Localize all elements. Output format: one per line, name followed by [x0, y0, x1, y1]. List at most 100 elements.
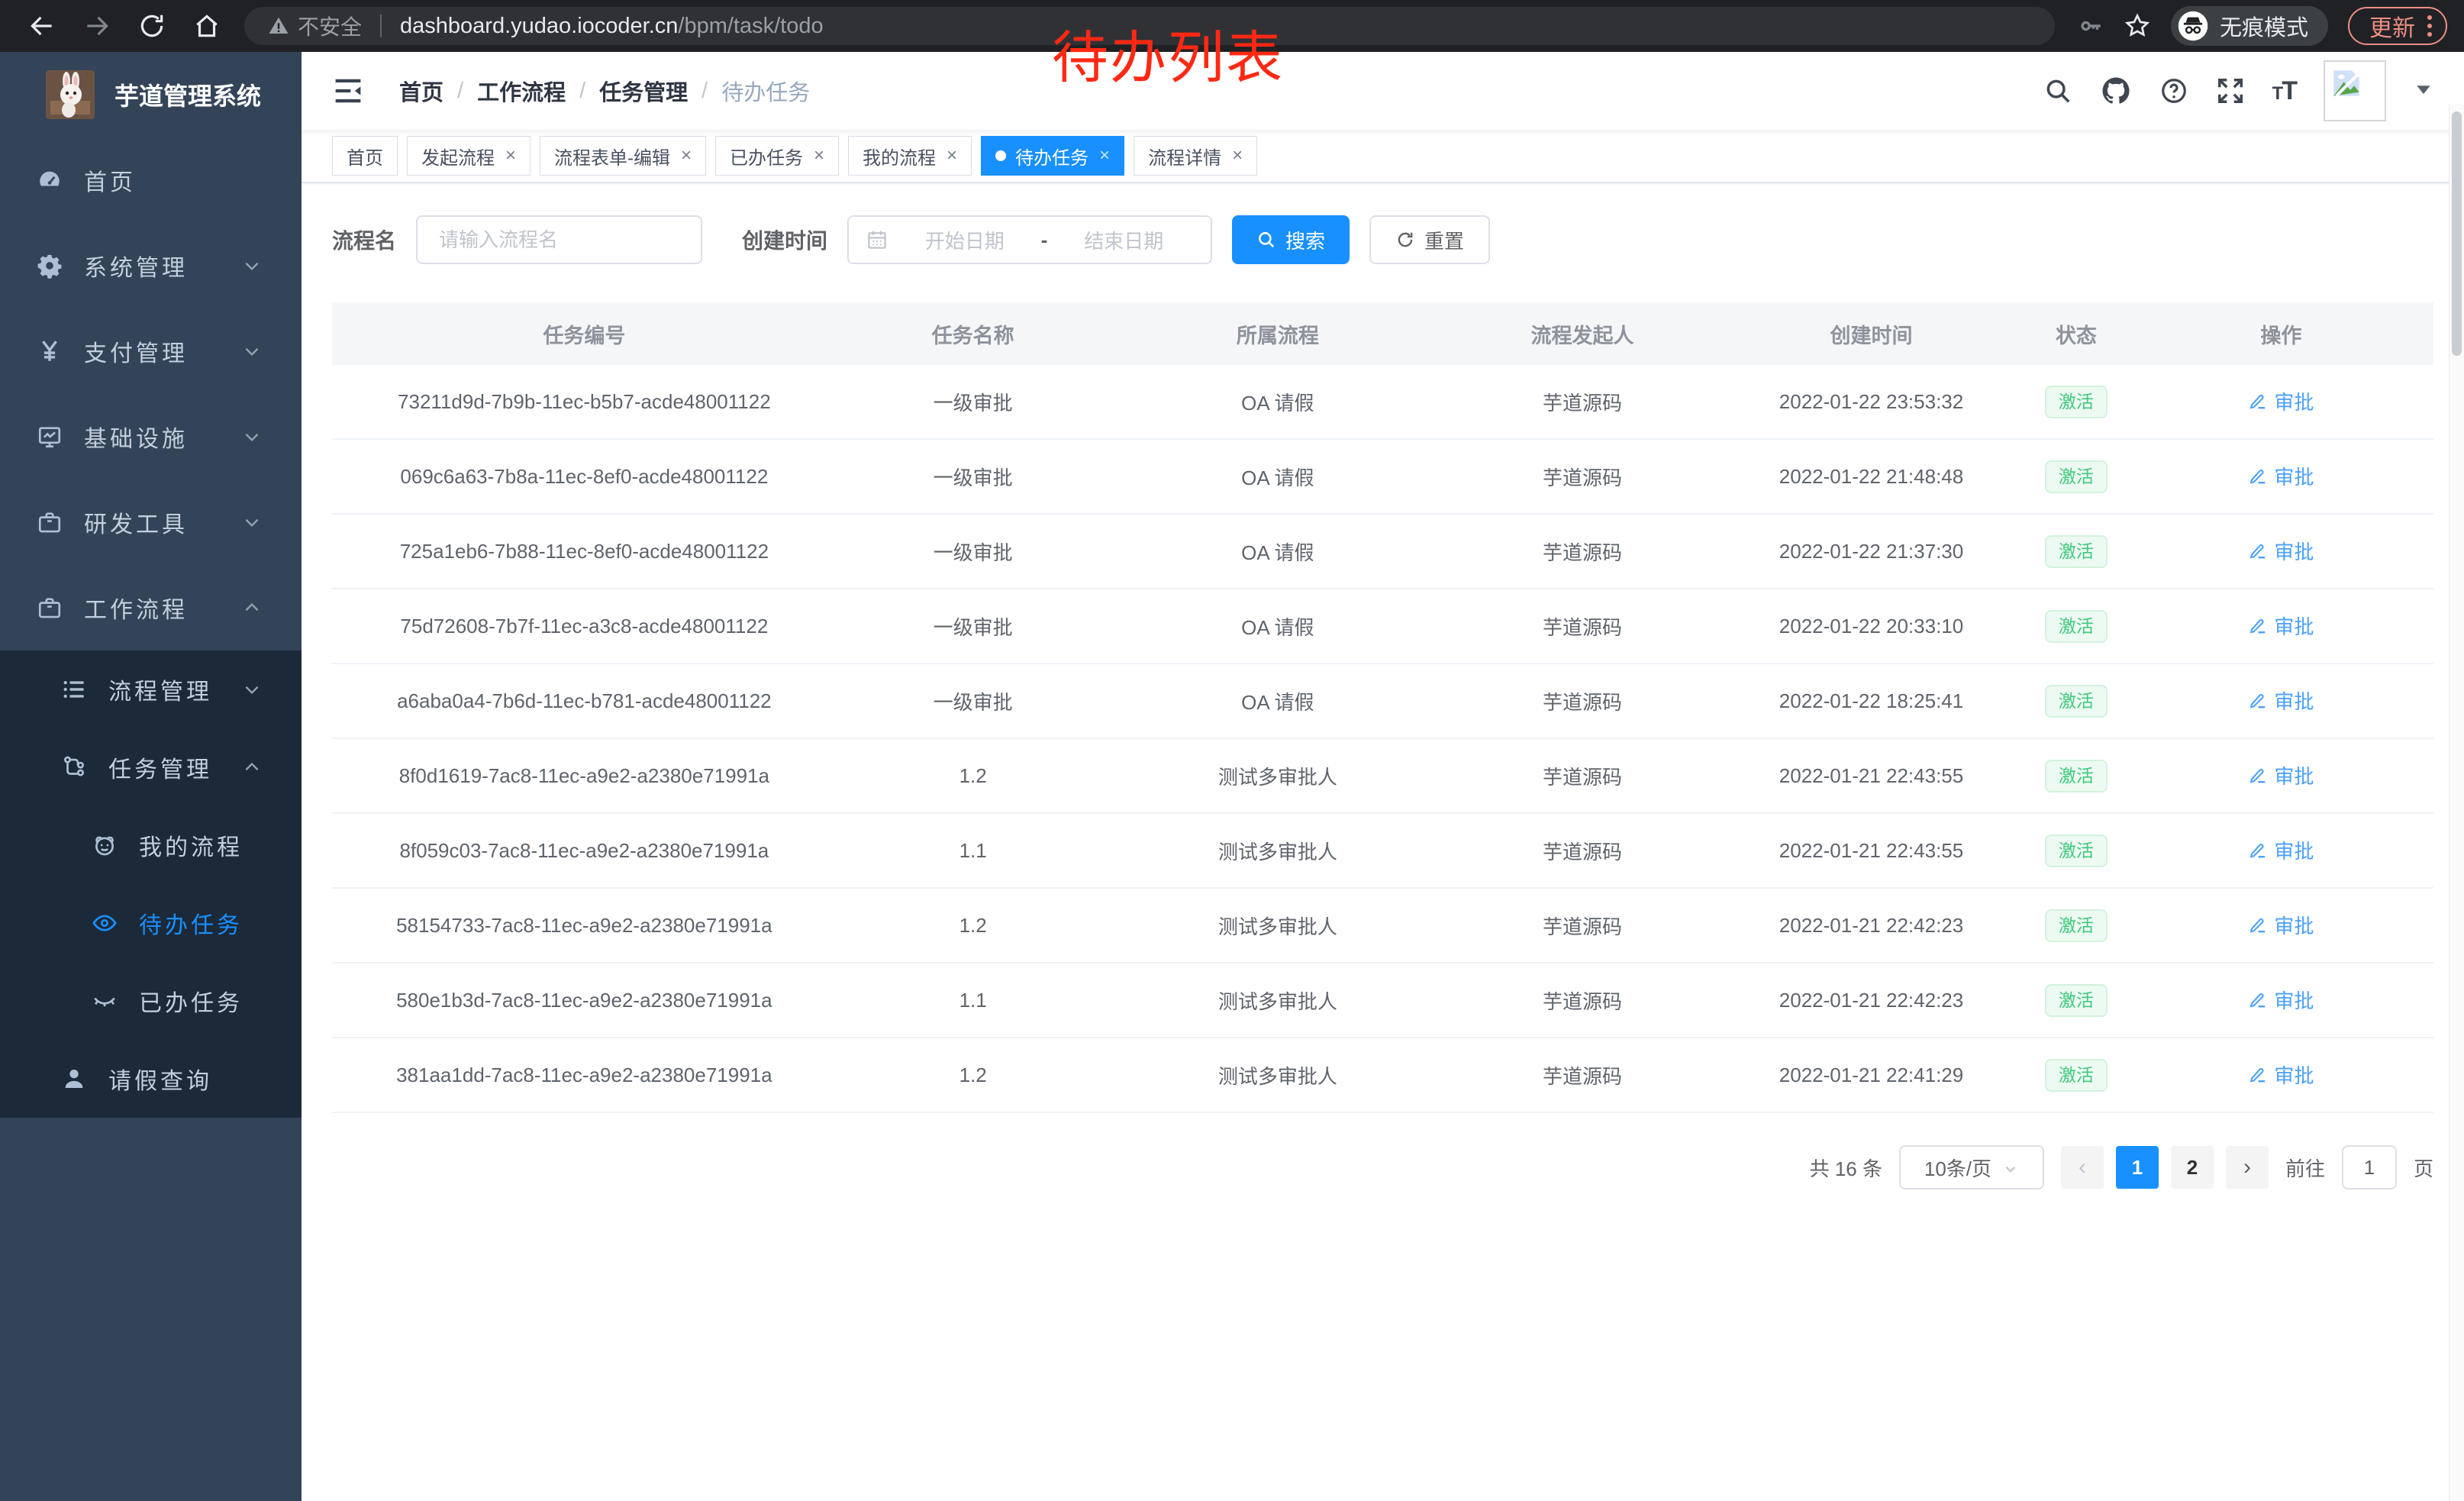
page-size-select[interactable]: 10条/页 [1899, 1145, 2044, 1190]
address-bar[interactable]: 不安全 dashboard.yudao.iocoder.cn/bpm/task/… [244, 7, 2055, 45]
status-cell: 激活 [2024, 610, 2129, 643]
tab-close-icon[interactable]: × [1230, 145, 1243, 166]
column-header: 状态 [2024, 319, 2129, 349]
tags-view-bar: 首页发起流程×流程表单-编辑×已办任务×我的流程×待办任务×流程详情× [302, 130, 2464, 183]
window-scrollbar[interactable] [2449, 104, 2464, 1501]
breadcrumb-item[interactable]: 工作流程 [477, 75, 566, 107]
tab-close-icon[interactable]: × [1098, 145, 1110, 166]
approve-link[interactable]: 审批 [2248, 1060, 2314, 1089]
approve-link[interactable]: 审批 [2248, 911, 2314, 939]
sidebar-item-process-mgmt[interactable]: 流程管理 [0, 650, 302, 728]
status-cell: 激活 [2024, 386, 2129, 418]
browser-menu-icon[interactable] [2427, 15, 2432, 37]
process-cell: 测试多审批人 [1110, 1061, 1446, 1089]
status-cell: 激活 [2024, 984, 2129, 1017]
process-name-input[interactable] [416, 215, 702, 264]
key-icon[interactable] [2078, 13, 2104, 39]
task-id-cell: 58154733-7ac8-11ec-a9e2-a2380e71991a [332, 914, 837, 938]
pencil-icon [2248, 765, 2268, 785]
approve-link[interactable]: 审批 [2248, 537, 2314, 565]
approve-link[interactable]: 审批 [2248, 761, 2314, 789]
breadcrumb-item[interactable]: 首页 [399, 75, 443, 107]
tab-my-process[interactable]: 我的流程× [848, 136, 972, 176]
search-button[interactable]: 搜索 [1232, 215, 1350, 264]
reload-icon[interactable] [137, 11, 166, 40]
start-date-placeholder: 开始日期 [895, 226, 1035, 254]
tab-close-icon[interactable]: × [812, 145, 824, 166]
action-cell: 审批 [2129, 537, 2433, 567]
approve-link[interactable]: 审批 [2248, 836, 2314, 864]
reset-button[interactable]: 重置 [1369, 215, 1490, 264]
avatar-caret-icon[interactable] [2414, 83, 2433, 98]
tab-close-icon[interactable]: × [945, 145, 957, 166]
sidebar-item-label: 任务管理 [108, 750, 212, 784]
sidebar-item-todo-task[interactable]: 待办任务 [0, 884, 302, 962]
sidebar-item-workflow[interactable]: 工作流程 [0, 565, 302, 650]
page-button-1[interactable]: 1 [2116, 1146, 2159, 1189]
task-name-cell: 一级审批 [837, 687, 1110, 715]
sidebar-item-task-mgmt[interactable]: 任务管理 [0, 728, 302, 806]
sidebar-item-home[interactable]: 首页 [0, 137, 302, 223]
approve-link[interactable]: 审批 [2248, 686, 2314, 715]
task-id-cell: 725a1eb6-7b88-11ec-8ef0-acde48001122 [332, 540, 837, 563]
fullscreen-icon[interactable] [2216, 76, 2245, 105]
app-logo-row[interactable]: 芋道管理系统 [0, 52, 302, 137]
tab-home[interactable]: 首页 [332, 136, 398, 176]
tab-done-task[interactable]: 已办任务 × [715, 136, 839, 176]
starter-cell: 芋道源码 [1446, 537, 1719, 566]
app-window: 芋道管理系统 首页系统管理支付管理基础设施研发工具工作流程流程管理任务管理我的流… [0, 52, 2464, 1501]
back-icon[interactable] [27, 11, 56, 40]
home-icon[interactable] [192, 11, 221, 40]
goto-page-input[interactable] [2342, 1145, 2397, 1190]
approve-link[interactable]: 审批 [2248, 387, 2314, 415]
incognito-icon [2177, 10, 2209, 42]
end-date-placeholder: 结束日期 [1053, 226, 1194, 254]
sidebar-toggle-icon[interactable] [332, 77, 364, 105]
sidebar-item-label: 流程管理 [108, 673, 212, 706]
sidebar-item-infra[interactable]: 基础设施 [0, 394, 302, 479]
avatar[interactable] [2324, 60, 2386, 121]
search-icon[interactable] [2043, 76, 2072, 105]
github-icon[interactable] [2100, 75, 2132, 107]
tab-process-detail[interactable]: 流程详情× [1134, 136, 1257, 176]
approve-link[interactable]: 审批 [2248, 986, 2314, 1014]
table-header-row: 任务编号任务名称所属流程流程发起人创建时间状态操作 [332, 302, 2433, 365]
tab-todo-task[interactable]: 待办任务× [981, 136, 1124, 176]
tab-label: 已办任务 [730, 143, 803, 169]
sidebar-item-leave-query[interactable]: 请假查询 [0, 1040, 302, 1118]
status-badge: 激活 [2045, 460, 2108, 493]
sidebar-item-payment[interactable]: 支付管理 [0, 308, 302, 394]
bookmark-star-icon[interactable] [2124, 12, 2151, 40]
next-page-button[interactable]: › [2226, 1146, 2269, 1189]
help-icon[interactable] [2159, 76, 2188, 105]
tab-start-process[interactable]: 发起流程× [407, 136, 531, 176]
process-cell: OA 请假 [1110, 537, 1446, 566]
tab-close-icon[interactable]: × [504, 145, 516, 166]
tab-close-icon[interactable]: × [679, 145, 692, 166]
approve-link[interactable]: 审批 [2248, 612, 2314, 640]
date-range-picker[interactable]: 开始日期 - 结束日期 [847, 215, 1212, 264]
broken-image-icon [2331, 68, 2362, 98]
tab-form-edit[interactable]: 流程表单-编辑× [540, 136, 706, 176]
action-cell: 审批 [2129, 612, 2433, 641]
sidebar-item-done-task[interactable]: 已办任务 [0, 962, 302, 1040]
prev-page-button[interactable]: ‹ [2061, 1146, 2104, 1189]
status-badge: 激活 [2045, 909, 2108, 942]
sidebar-item-label: 请假查询 [108, 1062, 212, 1096]
status-cell: 激活 [2024, 834, 2129, 867]
breadcrumb-item[interactable]: 任务管理 [599, 75, 688, 107]
security-warning-icon[interactable]: 不安全 [267, 11, 362, 41]
update-button[interactable]: 更新 [2348, 7, 2447, 45]
pager: ‹ 12 › [2061, 1146, 2269, 1189]
forward-icon[interactable] [82, 11, 111, 40]
sidebar-item-my-process[interactable]: 我的流程 [0, 806, 302, 884]
sidebar-item-system[interactable]: 系统管理 [0, 223, 302, 308]
page-button-2[interactable]: 2 [2171, 1146, 2214, 1189]
sidebar-menu: 首页系统管理支付管理基础设施研发工具工作流程流程管理任务管理我的流程待办任务已办… [0, 137, 302, 1501]
process-cell: 测试多审批人 [1110, 837, 1446, 865]
created-time-cell: 2022-01-22 21:48:48 [1719, 465, 2024, 489]
scrollbar-thumb[interactable] [2452, 111, 2462, 356]
approve-link[interactable]: 审批 [2248, 462, 2314, 490]
sidebar-item-devtools[interactable]: 研发工具 [0, 479, 302, 565]
font-size-icon[interactable]: TT [2272, 76, 2296, 106]
